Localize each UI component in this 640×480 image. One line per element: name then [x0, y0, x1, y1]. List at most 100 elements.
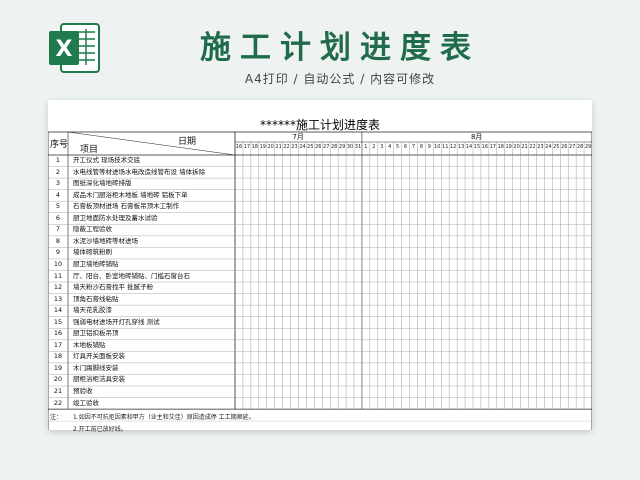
- day-label: 31: [354, 144, 362, 150]
- day-label: 29: [584, 144, 592, 150]
- page-title: 施工计划进度表: [200, 30, 480, 66]
- day-label: 11: [442, 144, 449, 150]
- row-number: 4: [55, 190, 61, 199]
- day-label: 23: [291, 144, 298, 150]
- day-label: 18: [251, 144, 258, 150]
- svg-text:X: X: [56, 37, 73, 62]
- row-task: 隐蔽工程验收: [73, 225, 112, 234]
- note-2: 2.开工前已放好线。: [73, 426, 127, 434]
- day-label: 1: [364, 144, 368, 150]
- day-label: 7: [411, 144, 416, 150]
- row-number: 9: [55, 248, 61, 257]
- row-task: 木地板铺贴: [73, 340, 106, 349]
- row-task: 墙天粉沙石膏找平 批腻子粉: [73, 283, 154, 292]
- day-label: 4: [388, 144, 392, 150]
- month-july: 7月: [292, 133, 304, 141]
- day-label: 9: [427, 144, 431, 150]
- excel-icon: X: [49, 23, 100, 73]
- day-label: 5: [396, 144, 400, 150]
- day-label: 17: [243, 144, 251, 150]
- day-label: 20: [513, 144, 520, 150]
- day-label: 10: [434, 144, 441, 150]
- day-label: 16: [481, 144, 489, 150]
- day-label: 18: [497, 144, 504, 150]
- day-label: 26: [315, 144, 322, 150]
- day-label: 14: [465, 144, 473, 150]
- day-label: 30: [346, 144, 354, 150]
- row-number: 12: [53, 283, 63, 292]
- note-1: 1.如因不可抗拒因素和甲方（业主和艾佳）原因造成停 工工期顺延。: [73, 414, 255, 422]
- row-task: 顶角石膏线粘贴: [73, 294, 119, 303]
- day-label: 26: [561, 144, 568, 150]
- day-label: 3: [380, 144, 384, 150]
- page-subtitle: A4打印 / 自动公式 / 内容可修改: [244, 72, 436, 86]
- row-task: 开工仪式 现场技术交底: [73, 156, 141, 164]
- day-label: 16: [235, 144, 243, 150]
- row-number: 15: [53, 317, 63, 326]
- day-label: 22: [283, 144, 290, 150]
- row-task: 墙天花乳胶漆: [73, 306, 112, 315]
- day-label: 21: [275, 144, 282, 150]
- day-label: 15: [473, 144, 481, 150]
- header-date: 日期: [178, 137, 197, 147]
- banner: X 施工计划进度表 A4打印 / 自动公式 / 内容可修改: [0, 0, 640, 100]
- spreadsheet-preview: ******施工计划进度表 序号 项目 日期 7月 8月 16 17 18 19 20 21 22 23…: [48, 100, 592, 434]
- row-number: 16: [53, 329, 63, 338]
- header-seq: 序号: [50, 140, 69, 150]
- row-task: 厅、阳台、卧室地砖铺贴、门槛石窗台石: [73, 271, 190, 280]
- day-label: 12: [449, 144, 457, 150]
- day-label: 27: [568, 144, 576, 150]
- day-label: 27: [323, 144, 330, 150]
- row-number: 17: [53, 340, 63, 349]
- row-number: 1: [55, 156, 61, 164]
- row-task: 图纸深化墙地砖排版: [73, 179, 132, 188]
- row-task: 厨卫墙地砖铺贴: [73, 259, 119, 268]
- row-number: 13: [53, 294, 63, 303]
- row-task: 强弱电材进场开灯孔穿线 测试: [73, 317, 160, 326]
- row-number: 18: [53, 352, 63, 361]
- day-label: 8: [419, 144, 423, 150]
- row-task: 厨卫铝扣板吊顶: [73, 329, 119, 338]
- day-label: 28: [330, 144, 338, 150]
- day-label: 19: [505, 144, 512, 150]
- day-label: 23: [537, 144, 544, 150]
- row-number: 10: [53, 259, 63, 268]
- day-label: 22: [529, 144, 536, 150]
- row-task: 石膏板顶材进场 石膏板吊顶木工制作: [73, 202, 180, 211]
- row-task: 厨柜浴柜洁具安装: [73, 375, 125, 384]
- row-number: 21: [53, 387, 63, 395]
- row-task: 预验收: [73, 387, 93, 395]
- header-item: 项目: [80, 145, 99, 155]
- day-label: 24: [545, 144, 552, 150]
- day-label: 21: [521, 144, 528, 150]
- day-label: 20: [267, 144, 274, 150]
- row-task: 竣工验收: [73, 398, 99, 407]
- day-label: 29: [338, 144, 346, 150]
- day-label: 24: [299, 144, 306, 150]
- row-number: 8: [55, 236, 61, 245]
- row-number: 14: [53, 306, 63, 315]
- row-number: 22: [53, 398, 63, 407]
- row-number: 20: [53, 375, 63, 384]
- row-number: 7: [55, 225, 61, 234]
- row-task: 灯具开关面板安装: [73, 352, 125, 361]
- day-label: 6: [403, 144, 408, 150]
- note-label: 注：: [50, 414, 63, 422]
- row-task: 墙体砌筑粉刷: [73, 248, 112, 257]
- row-number: 3: [55, 179, 61, 188]
- row-number: 19: [53, 363, 63, 372]
- day-label: 28: [576, 144, 584, 150]
- row-task: 厨卫地面防水处理及蓄水试验: [73, 213, 158, 222]
- row-task: 成品木门厨浴柜木地板 墙地砖 铝板下单: [73, 190, 188, 199]
- row-task: 水电线管等材进场水电改造线管布设 墙体拆除: [73, 167, 206, 176]
- day-label: 25: [553, 144, 560, 150]
- row-task: 水泥沙墙地砖等材进场: [73, 236, 138, 245]
- row-number: 11: [53, 271, 63, 280]
- day-label: 2: [372, 144, 376, 150]
- day-label: 13: [457, 144, 465, 150]
- row-task: 木门踢脚线安装: [73, 363, 119, 372]
- row-number: 2: [55, 167, 61, 176]
- day-label: 19: [259, 144, 266, 150]
- day-label: 17: [489, 144, 496, 150]
- day-label: 25: [307, 144, 314, 150]
